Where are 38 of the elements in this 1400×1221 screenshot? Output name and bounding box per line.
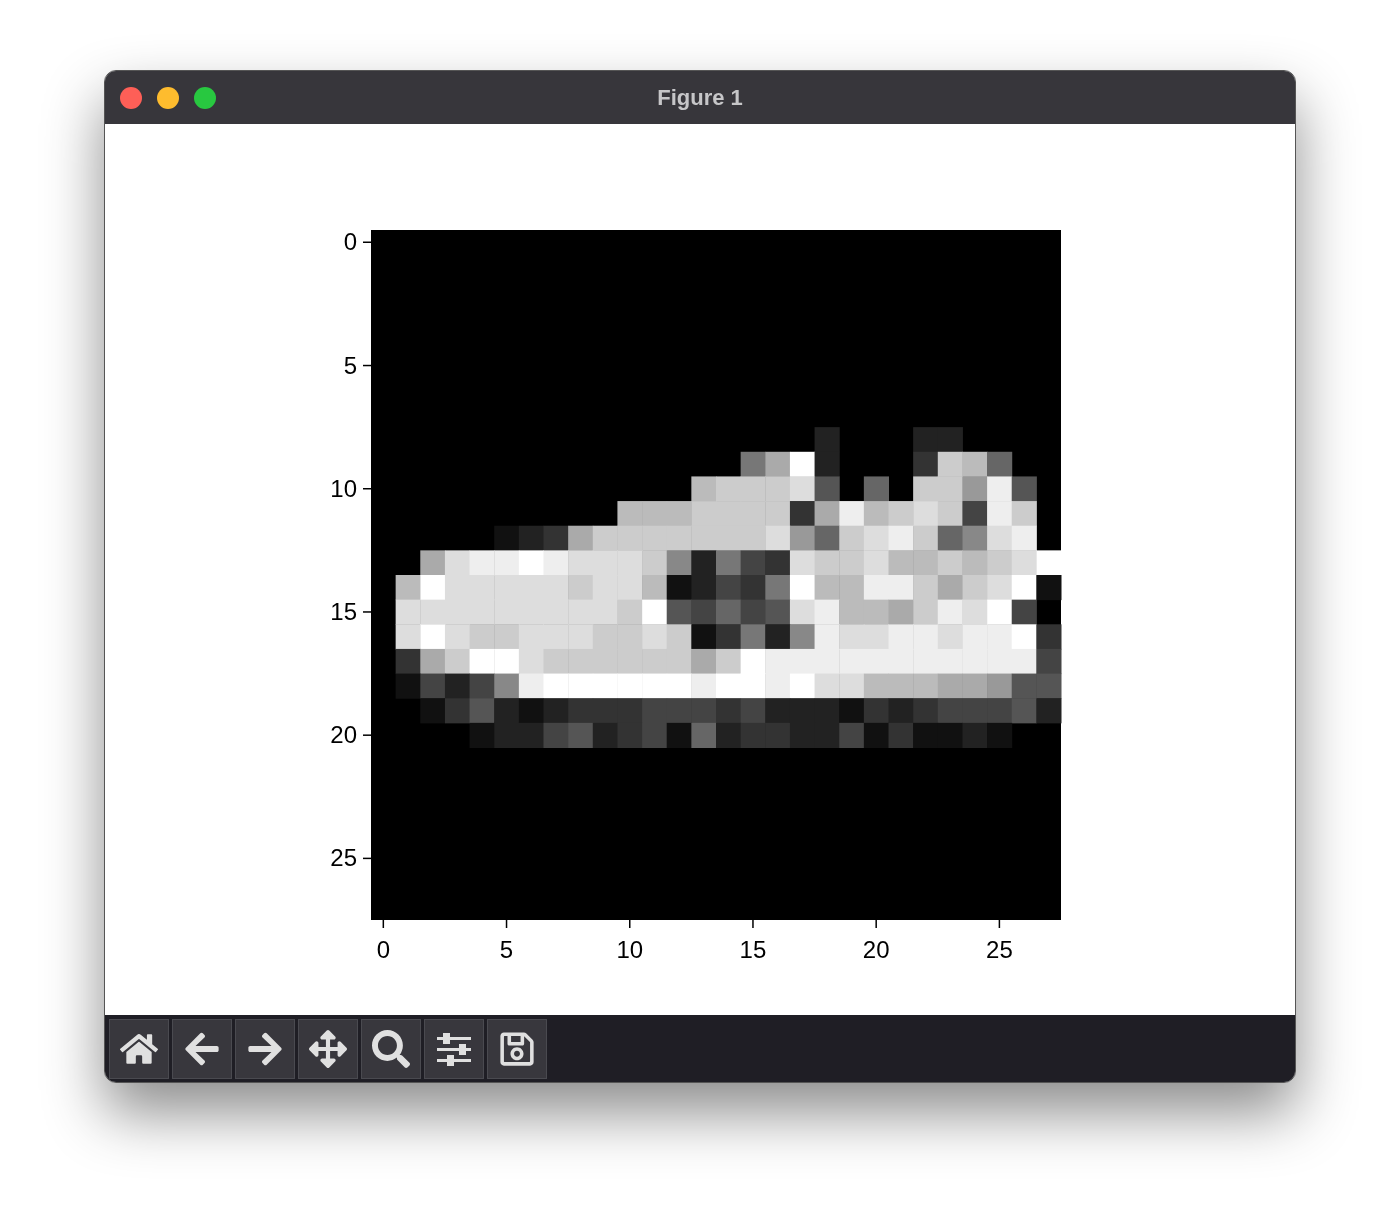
close-button[interactable] xyxy=(120,86,142,109)
zoom-button[interactable] xyxy=(194,86,216,109)
tick-mark xyxy=(362,611,372,613)
save-icon xyxy=(498,1029,536,1068)
x-tick-label: 10 xyxy=(616,936,644,963)
toolbar-button[interactable] xyxy=(172,1018,232,1079)
tick-mark xyxy=(362,364,372,367)
x-tick-label: 5 xyxy=(499,936,514,963)
y-tick-label: 15 xyxy=(330,597,357,625)
y-tick-label: 5 xyxy=(343,351,357,379)
y-tick-label: 20 xyxy=(330,721,357,749)
x-tick-label: 15 xyxy=(739,936,767,963)
tick-mark xyxy=(362,488,372,490)
tick-mark xyxy=(382,919,385,929)
y-tick-label: 0 xyxy=(343,228,357,256)
search-icon xyxy=(372,1029,410,1068)
tick-mark xyxy=(998,919,1001,929)
toolbar-button[interactable] xyxy=(424,1018,484,1079)
x-tick-label: 25 xyxy=(986,936,1013,963)
minimize-button[interactable] xyxy=(157,86,179,109)
toolbar-button[interactable] xyxy=(361,1018,421,1079)
tick-mark xyxy=(505,919,508,929)
toolbar-button[interactable] xyxy=(487,1018,547,1079)
y-tick-label: 25 xyxy=(330,844,357,872)
window-title: Figure 1 xyxy=(657,84,743,112)
toolbar-button[interactable] xyxy=(235,1018,295,1079)
x-tick-label: 20 xyxy=(862,936,890,963)
toolbar-button[interactable] xyxy=(298,1018,358,1079)
tick-mark xyxy=(362,734,372,736)
toolbar-button[interactable] xyxy=(109,1018,169,1079)
tick-mark xyxy=(752,919,754,929)
x-tick-label: 0 xyxy=(376,936,390,963)
tick-mark xyxy=(629,919,631,929)
move-arrows-icon xyxy=(309,1029,347,1068)
tick-mark xyxy=(362,241,372,244)
tick-mark xyxy=(875,919,877,929)
y-tick-label: 10 xyxy=(330,474,357,502)
tick-mark xyxy=(362,857,372,860)
